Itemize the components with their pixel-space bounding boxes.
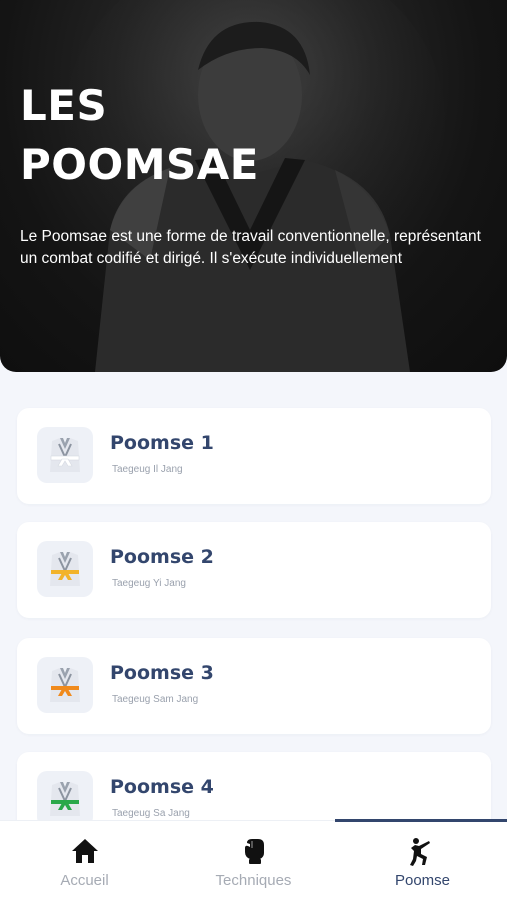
poomsae-title: Poomse 4	[110, 776, 214, 798]
tab-label: Techniques	[215, 872, 292, 889]
tab-label: Accueil	[60, 872, 109, 889]
page-description: Le Poomsae est une forme de travail conv…	[20, 228, 481, 267]
poomsae-card-2[interactable]: Poomse 2 Taegeug Yi Jang	[17, 522, 491, 618]
kick-icon	[409, 838, 430, 866]
dobok-orange-belt-icon	[37, 657, 93, 713]
hero-banner: LES POOMSAE Le Poomsae est une forme de …	[0, 0, 507, 372]
tab-poomse[interactable]: Poomse	[338, 821, 507, 900]
poomsae-title: Poomse 1	[110, 432, 214, 454]
poomsae-subtitle: Taegeug Yi Jang	[112, 578, 186, 589]
tab-techniques[interactable]: Techniques	[169, 821, 338, 900]
home-icon	[71, 839, 98, 863]
dobok-white-belt-icon	[37, 427, 93, 483]
poomsae-subtitle: Taegeug Il Jang	[112, 464, 183, 475]
page-title: LES POOMSAE	[20, 76, 460, 194]
poomsae-title: Poomse 3	[110, 662, 214, 684]
poomsae-subtitle: Taegeug Sam Jang	[112, 694, 199, 705]
poomsae-title: Poomse 2	[110, 546, 214, 568]
tab-accueil[interactable]: Accueil	[0, 821, 169, 900]
page-title-line-2: POOMSAE	[20, 140, 259, 189]
page-title-line-1: LES	[20, 81, 108, 130]
bottom-tab-bar: Accueil Techniques Poomse	[0, 819, 507, 900]
tab-label: Poomse	[394, 872, 451, 889]
poomsae-card-1[interactable]: Poomse 1 Taegeug Il Jang	[17, 408, 491, 504]
dobok-green-belt-icon	[37, 771, 93, 827]
poomsae-card-3[interactable]: Poomse 3 Taegeug Sam Jang	[17, 638, 491, 734]
dobok-yellow-belt-icon	[37, 541, 93, 597]
poomsae-subtitle: Taegeug Sa Jang	[112, 808, 190, 819]
boxing-glove-icon	[244, 839, 264, 864]
